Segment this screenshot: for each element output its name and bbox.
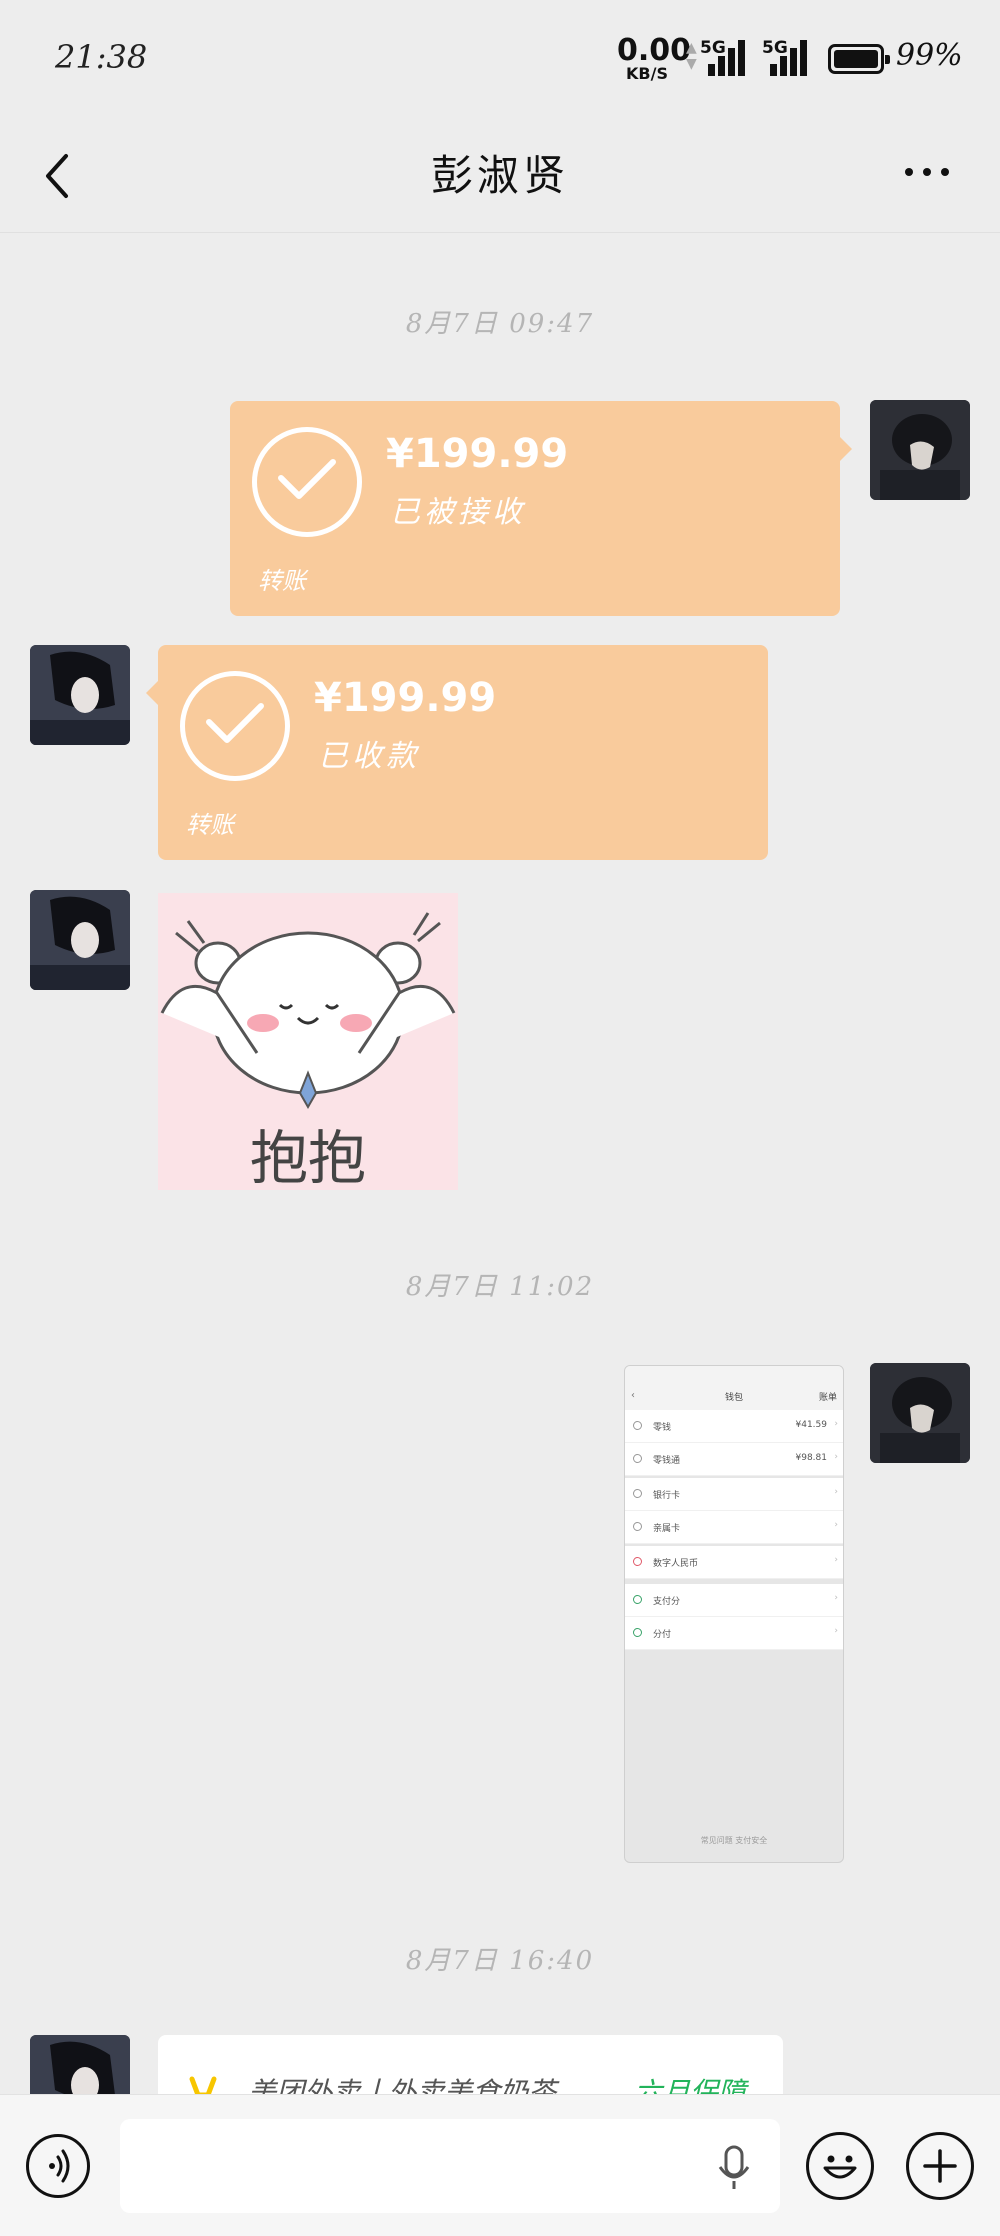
signal-strength-icon: 5G: [700, 38, 750, 76]
add-more-button[interactable]: [906, 2132, 974, 2200]
microphone-icon[interactable]: [714, 2143, 754, 2193]
plus-icon: [923, 2149, 957, 2183]
transfer-status: 已收款: [318, 739, 420, 774]
avatar[interactable]: [870, 1363, 970, 1463]
timestamp: 8月7日 11:02: [405, 1272, 595, 1302]
status-time: 21:38: [55, 38, 148, 76]
battery-percent: 99%: [896, 38, 963, 73]
transfer-amount: ¥199.99: [386, 431, 569, 477]
status-bar: 21:38 0.00 KB/S ▲ ▼ 5G 5G 99%: [0, 0, 1000, 118]
input-bar: [0, 2094, 1000, 2236]
data-arrows-icon: ▲ ▼: [686, 40, 697, 72]
voice-input-button[interactable]: [26, 2134, 90, 2198]
smile-icon: [823, 2155, 857, 2179]
transfer-bubble-sent[interactable]: ¥199.99 已被接收 转账: [230, 401, 852, 616]
thumb-header: ‹ 钱包 账单: [625, 1366, 843, 1410]
network-speed: 0.00 KB/S: [617, 33, 692, 83]
emoji-button[interactable]: [806, 2132, 874, 2200]
transfer-status: 已被接收: [390, 495, 526, 530]
more-dots-icon[interactable]: [905, 165, 953, 179]
timestamp: 8月7日 16:40: [405, 1946, 595, 1976]
network-speed-value: 0.00: [617, 33, 692, 68]
thumb-header-right: 账单: [818, 1393, 837, 1403]
voice-icon: [49, 2149, 70, 2183]
thumb-group: 支付分 › 分付 ›: [625, 1584, 843, 1650]
signal-label: 5G: [762, 38, 788, 58]
chat-title: 彭淑贤: [430, 151, 569, 200]
timestamp: 8月7日 09:47: [405, 309, 595, 339]
check-circle-icon: [180, 671, 290, 781]
transfer-bubble-received[interactable]: ¥199.99 已收款 转账: [146, 645, 768, 860]
avatar[interactable]: [30, 645, 130, 745]
transfer-amount: ¥199.99: [314, 675, 497, 721]
sticker-text: 抱抱: [250, 1124, 366, 1190]
signal-label: 5G: [700, 38, 726, 58]
avatar[interactable]: [870, 400, 970, 500]
transfer-label: 转账: [258, 567, 306, 595]
message-input[interactable]: [120, 2119, 780, 2213]
thumb-group: 数字人民币 ›: [625, 1546, 843, 1579]
avatar[interactable]: [30, 890, 130, 990]
sticker-image[interactable]: 抱抱: [158, 893, 458, 1190]
thumb-title: 钱包: [724, 1393, 743, 1403]
thumb-footer: 常见问题 支付安全: [700, 1836, 768, 1845]
check-circle-icon: [252, 427, 362, 537]
network-speed-unit: KB/S: [626, 64, 668, 83]
battery-icon: [828, 44, 890, 74]
transfer-label: 转账: [186, 811, 234, 839]
thumb-group: 零钱 ¥41.59 › 零钱通 ¥98.81 ›: [625, 1410, 843, 1476]
screenshot-image-message[interactable]: ‹ 钱包 账单 零钱 ¥41.59 › 零钱通 ¥98.81 › 银行卡 › 亲属卡 › 数…: [624, 1365, 844, 1863]
thumb-group: 银行卡 › 亲属卡 ›: [625, 1478, 843, 1544]
signal-strength-icon: 5G: [762, 38, 812, 76]
